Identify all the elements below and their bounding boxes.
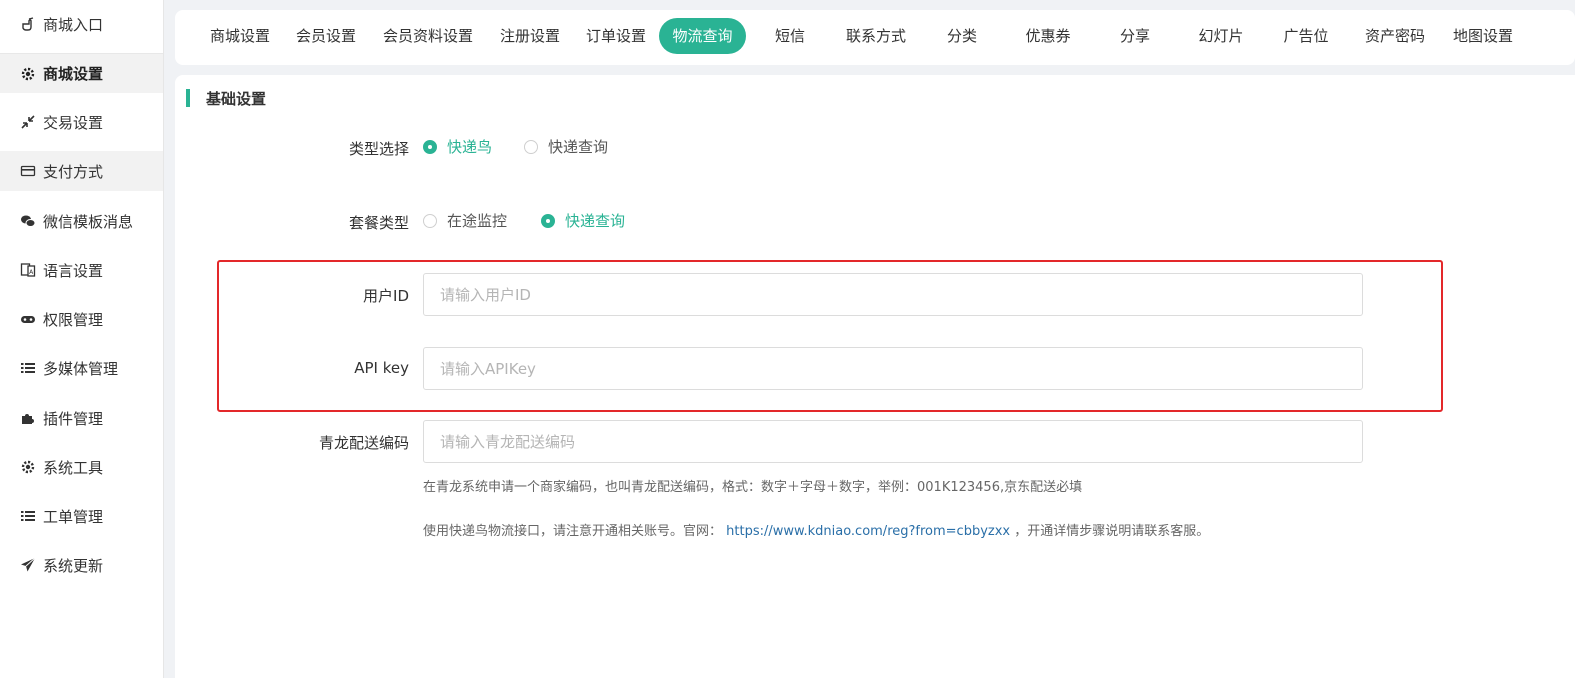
api-key-label: API key	[354, 359, 409, 377]
sidebar-item-mall-entry[interactable]: 商城入口	[0, 4, 163, 44]
sidebar-item-system-update[interactable]: 系统更新	[0, 545, 163, 585]
tab-order-settings[interactable]: 订单设置	[581, 18, 651, 54]
sidebar-item-label: 系统工具	[43, 458, 104, 477]
sidebar-item-trade-settings[interactable]: 交易设置	[0, 102, 163, 142]
tab-asset-password[interactable]: 资产密码	[1360, 18, 1430, 54]
sidebar-item-system-tools[interactable]: 系统工具	[0, 447, 163, 487]
sidebar-item-label: 插件管理	[43, 409, 104, 428]
radio-label: 快递查询	[548, 138, 609, 156]
radio-label: 快递鸟	[447, 138, 493, 156]
help-suffix: ，开通详情步骤说明请联系客服。	[1014, 524, 1210, 539]
kdniao-register-link[interactable]: https://www.kdniao.com/reg?from=cbbyzxx	[726, 524, 1010, 539]
sidebar-item-label: 多媒体管理	[43, 359, 119, 378]
user-id-label: 用户ID	[363, 287, 409, 305]
gear-icon	[19, 458, 37, 476]
tab-contact[interactable]: 联系方式	[839, 18, 913, 54]
tab-map-settings[interactable]: 地图设置	[1448, 18, 1518, 54]
tab-member-profile-settings[interactable]: 会员资料设置	[377, 18, 479, 54]
radio-unchecked-icon	[524, 139, 539, 154]
sidebar-item-label: 语言设置	[43, 261, 104, 280]
list-icon	[19, 359, 37, 377]
sidebar-item-wechat-template[interactable]: 微信模板消息	[0, 201, 163, 241]
qinglong-code-label: 青龙配送编码	[318, 434, 409, 452]
settings-panel: 基础设置 类型选择 快递鸟 快递查询 套餐类型 在途监控 快递查询 用户ID A…	[175, 75, 1575, 678]
radio-transit-monitoring[interactable]: 在途监控	[423, 210, 507, 231]
compress-arrows-icon	[19, 113, 37, 131]
sidebar-item-label: 商城设置	[43, 65, 104, 83]
radio-express-query[interactable]: 快递查询	[524, 136, 608, 157]
sidebar-item-label: 系统更新	[43, 556, 104, 575]
list-icon	[19, 507, 37, 525]
paper-plane-icon	[19, 556, 37, 574]
sidebar-item-label: 工单管理	[43, 507, 104, 526]
help-prefix: 使用快递鸟物流接口，请注意开通相关账号。官网：	[423, 524, 723, 539]
sidebar-item-language[interactable]: A 语言设置	[0, 250, 163, 290]
section-title: 基础设置	[206, 90, 267, 108]
credit-card-icon	[19, 162, 37, 180]
radio-checked-icon	[423, 139, 437, 154]
puzzle-icon	[19, 409, 37, 427]
qinglong-help-text: 在青龙系统申请一个商家编码，也叫青龙配送编码，格式：数字＋字母＋数字，举例：00…	[423, 480, 1083, 495]
tab-slideshow[interactable]: 幻灯片	[1193, 18, 1249, 54]
gamepad-icon	[19, 310, 37, 328]
radio-label: 在途监控	[447, 212, 508, 230]
sidebar: 商城入口 商城设置 交易设置 支付方式 微信模板消息 A 语言设置 权限管理 多…	[0, 0, 164, 678]
tab-logistics-query[interactable]: 物流查询	[659, 18, 746, 54]
kdniao-help-text: 使用快递鸟物流接口，请注意开通相关账号。官网： https://www.kdni…	[423, 520, 1209, 539]
gear-icon	[19, 65, 37, 83]
sidebar-item-media[interactable]: 多媒体管理	[0, 348, 163, 388]
sidebar-item-work-orders[interactable]: 工单管理	[0, 496, 163, 536]
sidebar-item-payment[interactable]: 支付方式	[0, 151, 163, 191]
sidebar-item-label: 微信模板消息	[43, 212, 134, 231]
type-select-radio-group: 快递鸟 快递查询	[423, 136, 640, 157]
sidebar-item-label: 商城入口	[43, 15, 104, 34]
tab-member-settings[interactable]: 会员设置	[291, 18, 361, 54]
radio-kdniao[interactable]: 快递鸟	[423, 136, 492, 157]
radio-unchecked-icon	[423, 213, 437, 228]
radio-checked-icon	[541, 213, 556, 228]
wechat-icon	[19, 212, 37, 230]
radio-label: 快递查询	[565, 212, 626, 230]
hand-pointer-icon	[19, 15, 37, 33]
sidebar-item-label: 权限管理	[43, 310, 104, 329]
sidebar-item-plugins[interactable]: 插件管理	[0, 398, 163, 438]
package-type-label: 套餐类型	[348, 214, 409, 232]
tab-sms[interactable]: 短信	[765, 18, 815, 54]
tab-ad-space[interactable]: 广告位	[1278, 18, 1334, 54]
qinglong-code-input[interactable]	[423, 420, 1363, 463]
section-accent-bar	[186, 89, 190, 107]
package-type-radio-group: 在途监控 快递查询	[423, 210, 657, 231]
sidebar-item-label: 支付方式	[43, 162, 104, 181]
tab-share[interactable]: 分享	[1110, 18, 1160, 54]
tab-mall-settings[interactable]: 商城设置	[205, 18, 275, 54]
tab-register-settings[interactable]: 注册设置	[495, 18, 565, 54]
settings-tabs: 商城设置 会员设置 会员资料设置 注册设置 订单设置 物流查询 短信 联系方式 …	[175, 10, 1575, 65]
api-key-input[interactable]	[423, 347, 1363, 390]
sidebar-item-label: 交易设置	[43, 113, 104, 132]
tab-coupons[interactable]: 优惠券	[1020, 18, 1076, 54]
language-icon: A	[19, 261, 37, 279]
tab-category[interactable]: 分类	[937, 18, 987, 54]
user-id-input[interactable]	[423, 273, 1363, 316]
sidebar-item-mall-settings[interactable]: 商城设置	[0, 53, 163, 93]
radio-package-express-query[interactable]: 快递查询	[541, 210, 625, 231]
sidebar-item-permissions[interactable]: 权限管理	[0, 299, 163, 339]
type-select-label: 类型选择	[348, 140, 409, 158]
